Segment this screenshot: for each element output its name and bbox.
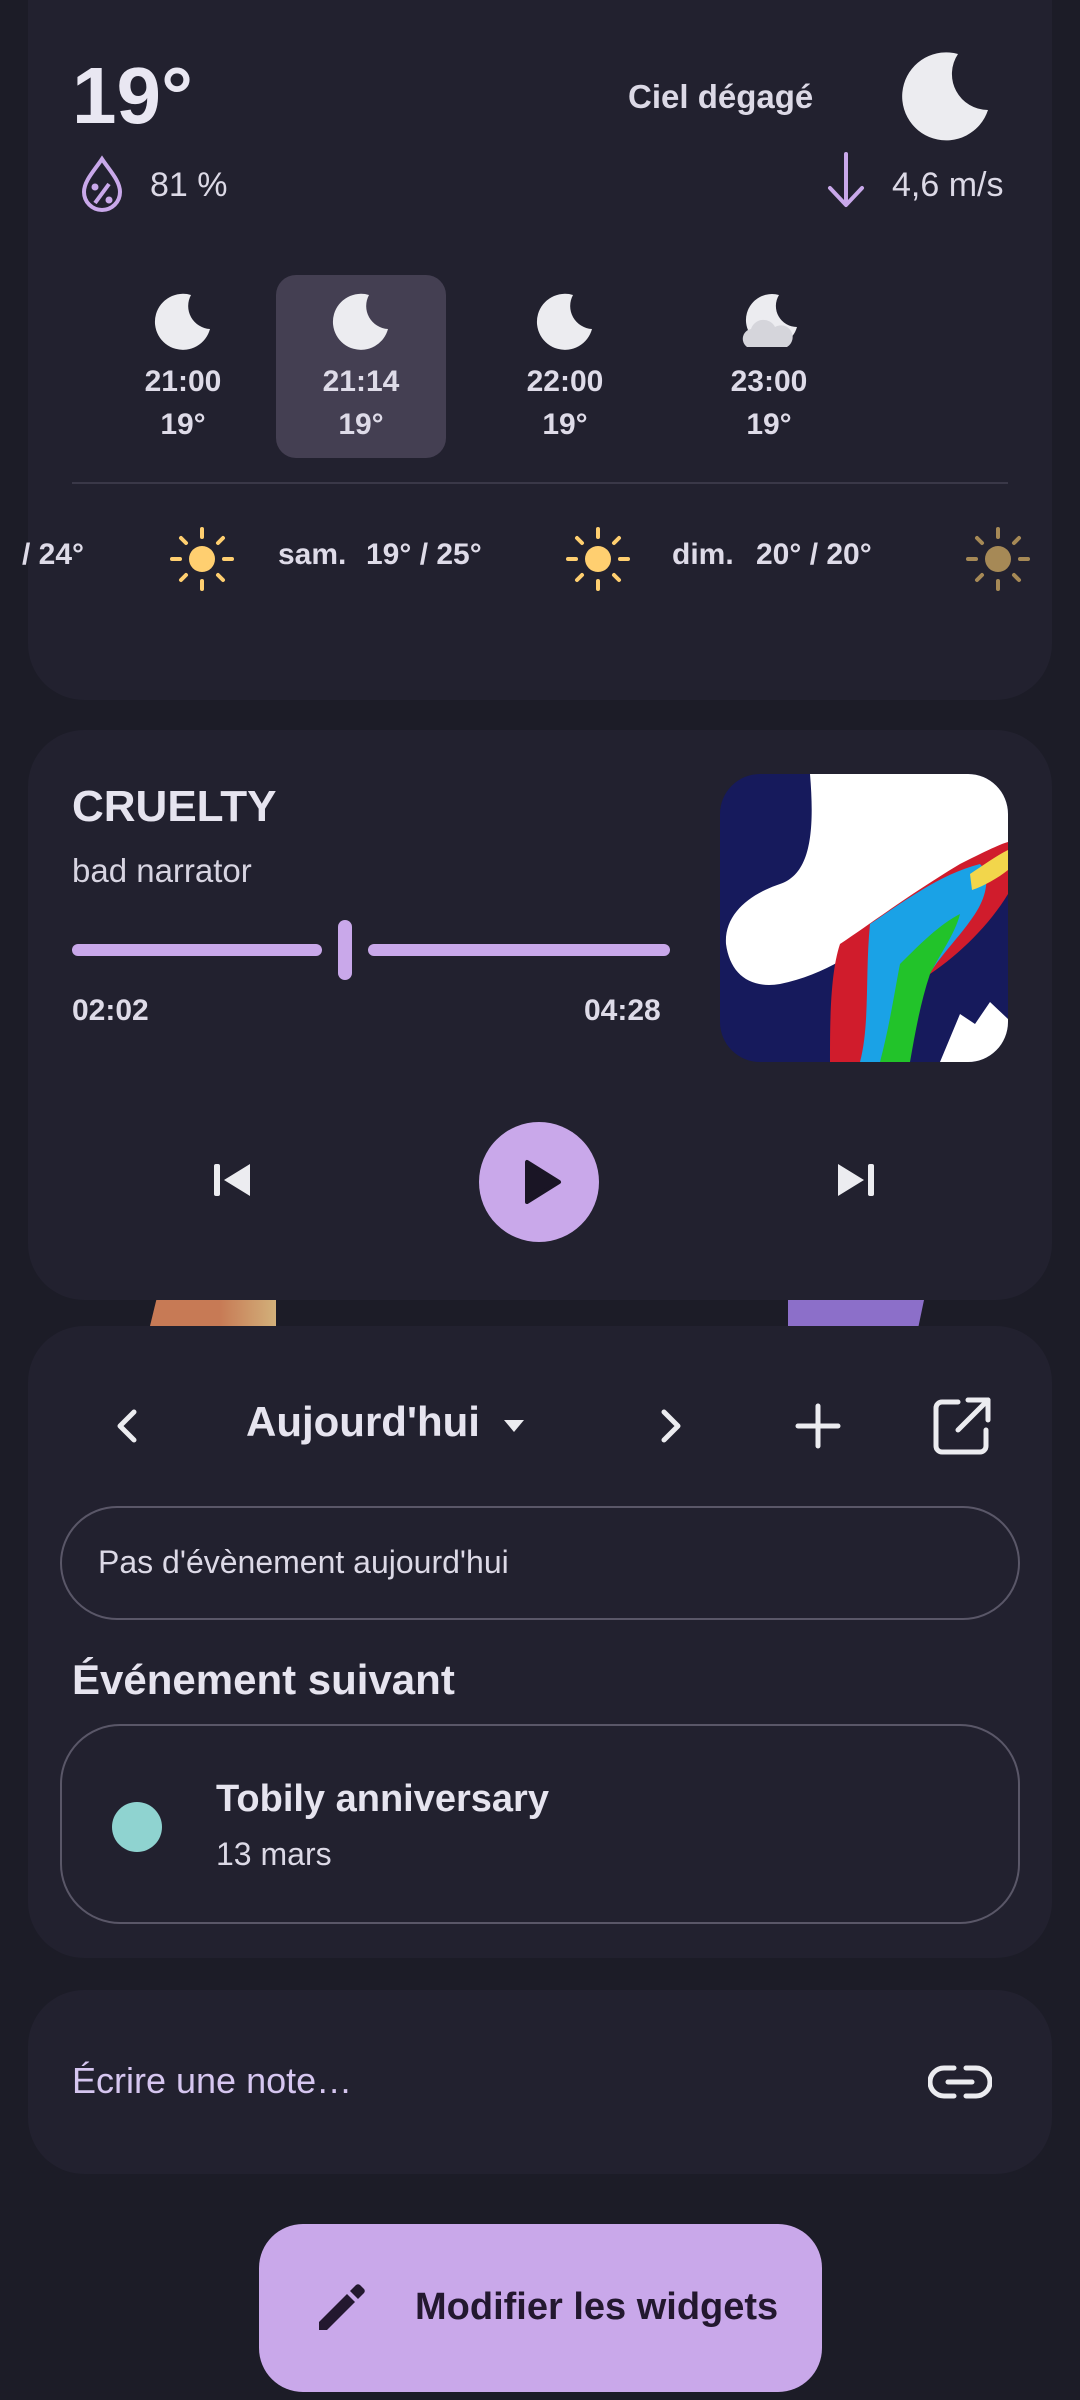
no-event-text: Pas d'évènement aujourd'hui — [98, 1544, 509, 1580]
link-icon[interactable] — [928, 2052, 992, 2112]
humidity-icon — [81, 155, 123, 212]
dropdown-arrow-icon[interactable] — [500, 1414, 528, 1438]
moon-icon — [154, 293, 210, 350]
album-art[interactable] — [720, 774, 1008, 1062]
sun-icon — [966, 527, 1030, 591]
humidity-value: 81 % — [150, 166, 228, 204]
progress-played[interactable] — [72, 944, 322, 956]
progress-remaining[interactable] — [368, 944, 670, 956]
hourly-item-selected[interactable]: 21:14 19° — [276, 275, 446, 458]
play-icon — [525, 1160, 561, 1204]
next-day-button[interactable] — [648, 1396, 694, 1456]
daily-range: 20° / 20° — [756, 538, 872, 571]
current-temperature: 19° — [72, 51, 193, 140]
song-title: CRUELTY — [72, 782, 277, 831]
pencil-icon — [319, 2284, 365, 2330]
daily-range: / 24° — [22, 538, 85, 571]
edit-widgets-button[interactable]: Modifier les widgets — [259, 2224, 822, 2392]
song-artist: bad narrator — [72, 852, 252, 889]
hourly-time: 21:14 — [322, 365, 400, 398]
moon-icon — [902, 52, 988, 141]
hourly-item[interactable]: 23:00 19° — [684, 275, 854, 458]
edit-widgets-label: Modifier les widgets — [415, 2286, 779, 2328]
previous-day-button[interactable] — [104, 1396, 150, 1456]
note-widget: Écrire une note… — [28, 1990, 1052, 2174]
weather-condition: Ciel dégagé — [628, 78, 814, 115]
weather-widget[interactable]: 19° Ciel dégagé 81 % 4,6 m/s 21:00 19° 2… — [22, 0, 1052, 700]
add-event-button[interactable] — [788, 1396, 848, 1456]
calendar-widget: Aujourd'hui Pas d'évènement aujourd'hui … — [28, 1326, 1052, 1958]
daily-range: 19° / 25° — [366, 538, 482, 571]
date-selector[interactable]: Aujourd'hui — [246, 1398, 480, 1446]
elapsed-time: 02:02 — [72, 994, 149, 1027]
divider — [72, 482, 1008, 484]
daily-day: dim. — [672, 538, 734, 571]
next-event-heading: Événement suivant — [72, 1656, 455, 1703]
no-event-box: Pas d'évènement aujourd'hui — [60, 1506, 1020, 1620]
hourly-item[interactable]: 22:00 19° — [480, 275, 650, 458]
wind-speed: 4,6 m/s — [892, 166, 1004, 204]
daily-day: sam. — [278, 538, 347, 571]
total-duration: 04:28 — [584, 994, 661, 1027]
play-button[interactable] — [479, 1122, 599, 1242]
previous-track-button[interactable] — [204, 1152, 260, 1208]
moon-cloud-icon — [742, 294, 797, 347]
hourly-time: 22:00 — [526, 365, 604, 398]
hourly-time: 21:00 — [144, 365, 222, 398]
event-item[interactable]: Tobily anniversary 13 mars — [60, 1724, 1020, 1924]
next-track-button[interactable] — [828, 1152, 884, 1208]
moon-icon — [536, 293, 592, 350]
hourly-time: 23:00 — [730, 365, 808, 398]
open-calendar-button[interactable] — [928, 1392, 996, 1460]
event-date: 13 mars — [216, 1836, 332, 1872]
moon-icon — [332, 293, 388, 350]
note-input[interactable]: Écrire une note… — [72, 2060, 352, 2102]
event-title: Tobily anniversary — [216, 1778, 549, 1820]
background-shape — [150, 1300, 276, 1326]
sun-icon — [566, 527, 630, 591]
wind-direction-icon — [828, 152, 864, 207]
event-color-dot — [112, 1802, 162, 1852]
sun-icon — [170, 527, 234, 591]
background-shape — [788, 1300, 924, 1326]
hourly-temp: 19° — [746, 408, 792, 441]
hourly-temp: 19° — [338, 408, 384, 441]
hourly-temp: 19° — [160, 408, 206, 441]
hourly-temp: 19° — [542, 408, 588, 441]
hourly-item[interactable]: 21:00 19° — [98, 275, 268, 458]
progress-thumb[interactable] — [338, 920, 352, 980]
music-widget: CRUELTY bad narrator 02:02 04:28 — [28, 730, 1052, 1300]
